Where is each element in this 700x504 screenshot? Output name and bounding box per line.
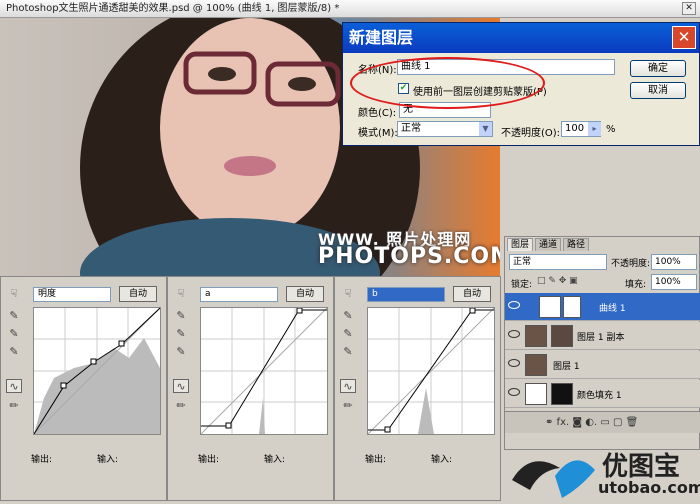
mode-label: 模式(M): <box>358 128 398 139</box>
highlight-ellipse <box>350 57 545 109</box>
eyedropper-gray-icon[interactable]: ✎ <box>173 327 189 341</box>
close-icon[interactable]: ✕ <box>682 2 696 15</box>
tab-layers[interactable]: 图层 <box>507 238 534 251</box>
layer-opacity-label: 不透明度: <box>611 259 651 269</box>
hand-tool-icon[interactable]: ☟ <box>6 287 22 301</box>
layer-name: 图层 1 <box>553 362 580 372</box>
output-label: 输出: <box>365 455 387 465</box>
window-title-bar: Photoshop文生照片通透甜美的效果.psd @ 100% (曲线 1, 图… <box>0 0 700 18</box>
layer-name: 颜色填充 1 <box>577 391 622 401</box>
chevron-right-icon[interactable]: ▸ <box>588 122 601 136</box>
mask-thumb <box>551 325 573 347</box>
mode-value: 正常 <box>401 123 421 134</box>
eye-icon[interactable] <box>508 330 520 338</box>
lock-label: 锁定: <box>511 280 533 290</box>
output-label: 输出: <box>31 455 53 465</box>
input-label: 输入: <box>264 455 286 465</box>
ok-button[interactable]: 确定 <box>630 60 686 77</box>
fill-input[interactable]: 100% <box>651 274 697 290</box>
logo-domain: utobao.com <box>598 478 700 497</box>
curve-graph[interactable] <box>200 307 328 435</box>
curves-panel-b: ☟ ✎ ✎ ✎ ∿ ✏ b 自动 输出: 输入: <box>334 276 501 501</box>
layer-name: 图层 1 副本 <box>577 333 625 343</box>
channel-select[interactable]: 明度 <box>33 287 111 302</box>
pencil-icon[interactable]: ✏ <box>340 399 356 413</box>
eye-icon[interactable] <box>508 388 520 396</box>
layer-row[interactable]: 曲线 1 <box>505 293 700 321</box>
hand-tool-icon[interactable]: ☟ <box>340 287 356 301</box>
auto-button[interactable]: 自动 <box>453 286 491 302</box>
opacity-unit: % <box>606 124 616 135</box>
dialog-close-button[interactable]: ✕ <box>672 26 696 49</box>
eyedropper-black-icon[interactable]: ✎ <box>340 309 356 323</box>
eyedropper-black-icon[interactable]: ✎ <box>6 309 22 323</box>
watermark-domain: PHOTOPS.COM <box>318 244 500 269</box>
pencil-icon[interactable]: ✏ <box>6 399 22 413</box>
eyedropper-white-icon[interactable]: ✎ <box>340 345 356 359</box>
curve-tool-icon[interactable]: ∿ <box>173 379 189 393</box>
input-label: 输入: <box>431 455 453 465</box>
cancel-button[interactable]: 取消 <box>630 82 686 99</box>
layer-row[interactable]: 颜色填充 1 <box>505 380 700 408</box>
layer-thumb <box>525 354 547 376</box>
eyedropper-white-icon[interactable]: ✎ <box>6 345 22 359</box>
curve-tool-icon[interactable]: ∿ <box>6 379 22 393</box>
curves-panel-a: ☟ ✎ ✎ ✎ ∿ ✏ a 自动 输出: 输入: <box>167 276 334 501</box>
layers-panel: 图层 通道 路径 正常 不透明度: 100% 锁定: □ ✎ ✥ ▣ 填充: 1… <box>504 236 700 450</box>
eye-icon[interactable] <box>508 301 520 309</box>
mask-thumb <box>563 296 581 318</box>
color-label: 颜色(C): <box>358 108 397 119</box>
eyedropper-gray-icon[interactable]: ✎ <box>6 327 22 341</box>
eye-icon[interactable] <box>508 359 520 367</box>
fill-label: 填充: <box>625 280 647 290</box>
blend-mode-select[interactable]: 正常 <box>509 254 607 270</box>
channel-select[interactable]: a <box>200 287 278 302</box>
mask-thumb <box>551 383 573 405</box>
layer-thumb <box>525 383 547 405</box>
tab-paths[interactable]: 路径 <box>563 238 590 251</box>
output-label: 输出: <box>198 455 220 465</box>
curves-thumb-icon <box>539 296 561 318</box>
input-label: 输入: <box>97 455 119 465</box>
curves-panel-lightness: ☟ ✎ ✎ ✎ ∿ ✏ 明度 自动 输出: 输入: <box>0 276 167 501</box>
lock-icons[interactable]: □ ✎ ✥ ▣ <box>537 276 578 286</box>
layer-opacity-input[interactable]: 100% <box>651 254 697 270</box>
eyedropper-gray-icon[interactable]: ✎ <box>340 327 356 341</box>
dialog-title: 新建图层 <box>343 23 699 53</box>
layer-row[interactable]: 图层 1 <box>505 351 700 379</box>
layer-row[interactable]: 图层 1 副本 <box>505 322 700 350</box>
curve-tool-icon[interactable]: ∿ <box>340 379 356 393</box>
hand-tool-icon[interactable]: ☟ <box>173 287 189 301</box>
window-title: Photoshop文生照片通透甜美的效果.psd @ 100% (曲线 1, 图… <box>6 3 340 14</box>
channel-select[interactable]: b <box>367 287 445 302</box>
curve-graph[interactable] <box>33 307 161 435</box>
layer-actions-toolbar[interactable]: ⚭ fx. ◙ ◐. ▭ ▢ 🗑 <box>505 411 700 433</box>
layer-thumb <box>525 325 547 347</box>
tab-channels[interactable]: 通道 <box>535 238 562 251</box>
pencil-icon[interactable]: ✏ <box>173 399 189 413</box>
opacity-label: 不透明度(O): <box>501 128 561 139</box>
eyedropper-white-icon[interactable]: ✎ <box>173 345 189 359</box>
curve-graph[interactable] <box>367 307 495 435</box>
layer-name: 曲线 1 <box>599 304 626 314</box>
auto-button[interactable]: 自动 <box>119 286 157 302</box>
chevron-down-icon[interactable]: ▼ <box>479 122 492 136</box>
eyedropper-black-icon[interactable]: ✎ <box>173 309 189 323</box>
auto-button[interactable]: 自动 <box>286 286 324 302</box>
